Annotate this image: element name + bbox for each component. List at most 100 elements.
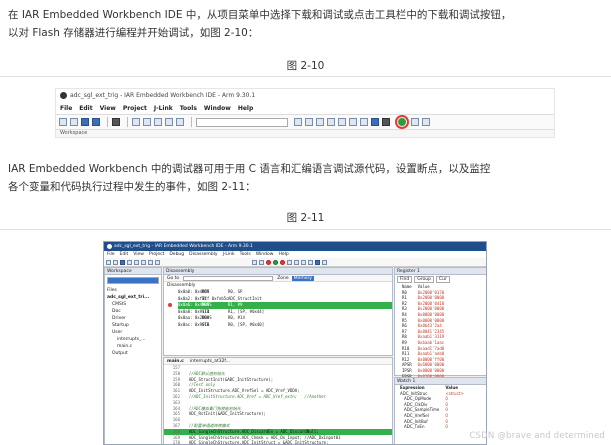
menu-file[interactable]: File	[107, 252, 115, 257]
menu-jlink[interactable]: J-Link	[154, 105, 173, 112]
menu-project[interactable]: Project	[123, 105, 147, 112]
tree-item-interrupts[interactable]: interrupts_...	[107, 336, 159, 343]
copy-icon[interactable]	[143, 118, 151, 126]
menu-tools[interactable]: Tools	[240, 252, 251, 257]
new-file-icon[interactable]	[106, 259, 111, 265]
menu-help[interactable]: Help	[238, 105, 253, 112]
paste-icon[interactable]	[154, 118, 162, 126]
tree-item-project[interactable]: adc_sgl_ext_tri...	[107, 294, 159, 301]
new-file-icon[interactable]	[59, 118, 67, 126]
tree-item-cmsis[interactable]: CMSIS	[107, 301, 159, 308]
download-and-debug-button[interactable]	[395, 115, 409, 129]
debug-without-download-icon[interactable]	[411, 118, 419, 126]
find-next-icon[interactable]	[305, 118, 313, 126]
watch-pane-title: Watch 1	[395, 378, 486, 385]
disassembly-row[interactable]: 0x0ac: 0x9010 STR R0, [SP, #0x40]	[178, 322, 392, 329]
menu-project[interactable]: Project	[149, 252, 164, 257]
cut-icon[interactable]	[127, 259, 132, 265]
menu-jlink[interactable]: J-Link	[223, 252, 235, 257]
watch-value: 0	[445, 424, 448, 430]
tree-item-startup[interactable]: Startup	[107, 322, 159, 329]
break-icon[interactable]	[322, 259, 327, 265]
cut-icon[interactable]	[132, 118, 140, 126]
open-file-icon[interactable]	[70, 118, 78, 126]
menu-tools[interactable]: Tools	[180, 105, 197, 112]
tree-item-main[interactable]: main.c	[107, 343, 159, 350]
zone-select[interactable]: Memory	[291, 275, 314, 281]
menu-window[interactable]: Window	[256, 252, 274, 257]
step-over-icon[interactable]	[287, 259, 292, 265]
toggle-breakpoint-icon[interactable]	[382, 118, 390, 126]
compile-icon[interactable]	[259, 259, 264, 265]
ide-toolbar	[56, 114, 554, 130]
register-row[interactable]: R6 0x0b43'2a4	[399, 323, 447, 329]
navigate-forward-icon[interactable]	[338, 118, 346, 126]
debugger-paragraph-line1: IAR Embedded Workbench 中的调试器可用于用 C 语言和汇编…	[8, 163, 491, 175]
register-value: 0xaab1'aeb0	[417, 351, 445, 357]
find-previous-icon[interactable]	[294, 118, 302, 126]
print-icon[interactable]	[112, 118, 120, 126]
register-row[interactable]: R11 0xaab1'aeb0	[399, 351, 447, 357]
watch-row[interactable]: ADC_TxEn 0	[397, 424, 467, 430]
options-icon[interactable]	[422, 118, 430, 126]
save-icon[interactable]	[120, 259, 125, 265]
menu-edit[interactable]: Edit	[79, 105, 92, 112]
disassembly-toolbar: Go to Zone Memory	[164, 275, 392, 282]
register-row[interactable]: R1 0x2000'0000	[399, 295, 447, 301]
menu-view[interactable]: View	[133, 252, 144, 257]
goto-input[interactable]	[183, 275, 274, 281]
tree-item-user[interactable]: User	[107, 329, 159, 336]
undo-icon[interactable]	[165, 118, 173, 126]
tree-item-doc[interactable]: Doc	[107, 308, 159, 315]
menu-help[interactable]: Help	[278, 252, 288, 257]
ide-menu-bar: File Edit View Project Debug Disassembly…	[104, 251, 486, 258]
make-icon[interactable]	[360, 118, 368, 126]
navigate-back-icon[interactable]	[327, 118, 335, 126]
step-into-icon[interactable]	[294, 259, 299, 265]
register-row[interactable]: R9 0xbaab'1aac	[399, 340, 447, 346]
tree-item-output[interactable]: Output	[107, 350, 159, 357]
register-group-select[interactable]: Cur	[435, 276, 450, 283]
figure-2-11-caption: 图 2-11	[286, 212, 325, 224]
register-row[interactable]: IPSR 0x0000'0000	[399, 368, 447, 374]
search-combo[interactable]	[196, 117, 288, 127]
step-out-icon[interactable]	[301, 259, 306, 265]
reset-icon[interactable]	[315, 259, 320, 265]
redo-icon[interactable]	[176, 118, 184, 126]
register-value: 0x2000'0000	[417, 295, 445, 301]
toggle-breakpoint-icon[interactable]	[266, 259, 271, 265]
register-find-input[interactable]: Find	[397, 276, 413, 283]
tree-item-driver[interactable]: Driver	[107, 315, 159, 322]
redo-icon[interactable]	[155, 259, 160, 265]
paste-icon[interactable]	[141, 259, 146, 265]
run-to-cursor-icon[interactable]	[308, 259, 313, 265]
code-editor[interactable]: 157 158 //ADC默认值初始化 159 ADC_StructInit(&AD…	[164, 365, 392, 444]
menu-debug[interactable]: Debug	[169, 252, 184, 257]
workspace-label: Workspace	[60, 130, 88, 136]
menu-window[interactable]: Window	[204, 105, 231, 112]
find-icon[interactable]	[252, 259, 257, 265]
menu-edit[interactable]: Edit	[120, 252, 129, 257]
toolbar-separator	[107, 117, 108, 127]
copy-icon[interactable]	[134, 259, 139, 265]
workspace-pane: Workspace Files adc_sgl_ext_tri... CMSIS…	[104, 267, 162, 444]
open-file-icon[interactable]	[113, 259, 118, 265]
stop-build-icon[interactable]	[371, 118, 379, 126]
compile-icon[interactable]	[349, 118, 357, 126]
replace-icon[interactable]	[316, 118, 324, 126]
workspace-config-select[interactable]	[107, 277, 159, 284]
menu-file[interactable]: File	[60, 105, 72, 112]
code-line[interactable]: 170 ADC_SingleChStructure.ADC_InitStruct…	[164, 440, 392, 444]
breakpoint-marker[interactable]	[168, 303, 172, 307]
tab-interrupts[interactable]: interrupts_at32f...	[190, 359, 230, 364]
save-icon[interactable]	[81, 118, 89, 126]
register-pane-title: Register 1	[395, 268, 486, 275]
menu-disassembly[interactable]: Disassembly	[189, 252, 217, 257]
register-row[interactable]: R4 0x0000'0000	[399, 312, 447, 318]
save-all-icon[interactable]	[92, 118, 100, 126]
tab-main-c[interactable]: main.c	[167, 359, 184, 364]
menu-view[interactable]: View	[100, 105, 116, 112]
stop-debug-icon[interactable]	[280, 259, 285, 265]
undo-icon[interactable]	[148, 259, 153, 265]
download-and-debug-icon[interactable]	[273, 259, 278, 265]
